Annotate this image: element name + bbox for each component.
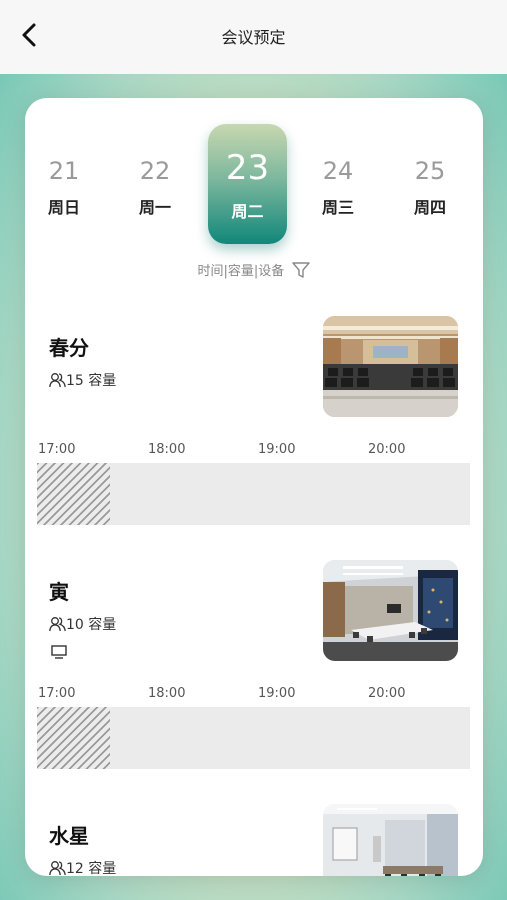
time-label: 19:00 xyxy=(258,686,296,701)
booked-slot[interactable] xyxy=(37,463,110,525)
time-label: 18:00 xyxy=(148,442,186,457)
capacity-text: 12 容量 xyxy=(66,861,117,876)
time-label: 17:00 xyxy=(38,442,76,457)
date-item-24[interactable]: 24 周三 xyxy=(297,154,379,218)
booked-slot[interactable] xyxy=(37,707,110,769)
people-icon xyxy=(49,617,66,632)
weekday-label: 周日 xyxy=(47,198,80,217)
weekday-label: 周三 xyxy=(321,198,354,217)
schedule-bar[interactable] xyxy=(37,463,470,525)
date-number: 25 xyxy=(414,157,446,185)
date-item-23-selected[interactable]: 23 周二 xyxy=(208,124,287,244)
room-name: 寅 xyxy=(49,580,69,604)
top-bar: 会议预定 xyxy=(0,0,507,74)
date-item-21[interactable]: 21 周日 xyxy=(25,154,105,218)
filter-icon xyxy=(292,262,311,278)
time-label: 17:00 xyxy=(38,686,76,701)
room-capacity: 12 容量 xyxy=(49,858,116,876)
weekday-label: 周二 xyxy=(231,202,264,221)
room-name: 春分 xyxy=(49,336,89,360)
room-capacity: 15 容量 xyxy=(49,370,116,390)
date-number: 24 xyxy=(322,157,354,185)
date-item-22[interactable]: 22 周一 xyxy=(114,154,196,218)
time-label: 19:00 xyxy=(258,442,296,457)
capacity-text: 10 容量 xyxy=(66,617,117,633)
room-photo-conference-room[interactable] xyxy=(323,560,458,661)
tv-icon xyxy=(51,644,67,663)
room-name: 水星 xyxy=(49,824,89,848)
time-label: 20:00 xyxy=(368,442,406,457)
capacity-text: 15 容量 xyxy=(66,373,117,389)
weekday-label: 周一 xyxy=(138,198,171,217)
booking-card: 21 周日 22 周一 23 周二 24 周三 25 周四 时间|容量|设备 春… xyxy=(25,98,483,876)
filter-label: 时间|容量|设备 xyxy=(197,264,285,279)
weekday-label: 周四 xyxy=(413,198,446,217)
time-label: 20:00 xyxy=(368,686,406,701)
people-icon xyxy=(49,861,66,876)
date-number: 22 xyxy=(139,157,171,185)
time-label: 18:00 xyxy=(148,686,186,701)
schedule-bar[interactable] xyxy=(37,707,470,769)
room-photo-auditorium[interactable] xyxy=(323,316,458,417)
date-number: 23 xyxy=(225,148,270,188)
room-photo-meeting-room[interactable] xyxy=(323,804,458,876)
date-number: 21 xyxy=(48,157,80,185)
date-item-25[interactable]: 25 周四 xyxy=(389,154,471,218)
filter-bar[interactable]: 时间|容量|设备 xyxy=(25,260,483,279)
people-icon xyxy=(49,373,66,388)
room-capacity: 10 容量 xyxy=(49,614,116,634)
page-title: 会议预定 xyxy=(221,28,286,47)
